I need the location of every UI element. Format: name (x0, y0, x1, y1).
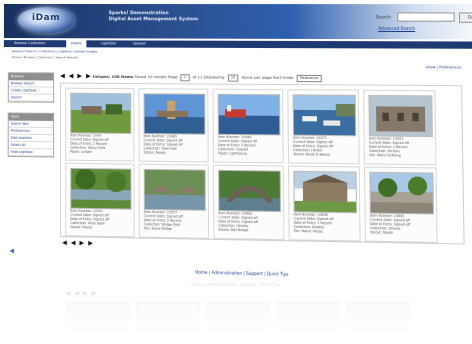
tab-lightbox[interactable]: Lightbox (97, 40, 121, 47)
card-caption: Item Number: 10464 Current Date: Signed … (218, 135, 281, 156)
site-header: iDam Sparks! Demonstration Digital Asset… (4, 4, 472, 39)
system-name-line2: Digital Asset Management System (109, 17, 284, 23)
reflection-fade (0, 276, 472, 344)
caption-line: Status: Ready (370, 230, 434, 235)
result-card[interactable]: Item Number: 10603 Current Date: Signed … (213, 165, 285, 241)
card-caption: Item Number: 10650 Current Date: Signed … (370, 213, 434, 235)
go-button[interactable]: Go (459, 12, 472, 22)
thumbnail-image[interactable] (70, 168, 131, 210)
system-name: Sparks! Demonstration Digital Asset Mana… (109, 11, 284, 23)
display-label: Displaying (204, 74, 225, 79)
results-toolbar: ◀ ◀ ▶ ▶ Images: 108 Items Found 10 resul… (60, 72, 472, 83)
thumbnail-image[interactable] (144, 169, 206, 211)
thumbnail-image[interactable] (70, 93, 131, 134)
caption-line: Status: Boats & Waves (293, 152, 356, 157)
browse-panel: Browse Browse Search Create Lightbox Sea… (8, 72, 54, 103)
caption-line: Status: Rail Bridge (218, 228, 281, 233)
pager-arrows-icon[interactable]: ◀ ◀ ▶ ▶ (60, 72, 92, 79)
thumbnail-image[interactable] (368, 95, 432, 137)
thumbnail-image[interactable] (218, 170, 281, 212)
result-card[interactable]: Item Number: 10608 Current Date: Signed … (288, 166, 361, 242)
back-arrow-icon[interactable]: ◀ (9, 247, 14, 254)
tab-home[interactable]: Home (66, 40, 86, 47)
page-select[interactable]: 1 (181, 74, 189, 81)
view-links[interactable]: Show | Preferences (425, 65, 461, 69)
search-input[interactable] (397, 12, 455, 21)
search-label: Search: (376, 14, 392, 19)
app-screenshot: iDam Sparks! Demonstration Digital Asset… (0, 0, 472, 283)
tab-browse-collection[interactable]: Browse Collection (8, 40, 52, 47)
result-card[interactable]: Item Number: 10483 Current Date: Signed … (138, 88, 208, 162)
screenshot-reflection: Home | Administration | Support | Quick … (0, 276, 472, 344)
result-card[interactable]: Item Number: 10501 Current Date: Signed … (363, 90, 436, 166)
logo-text: iDam (18, 13, 74, 23)
card-caption: Item Number: 1049 Current Date: Signed o… (70, 133, 131, 154)
card-caption: Item Number: 10557 Current Date: Signed … (144, 210, 206, 232)
sort-label: Sort Order (273, 75, 294, 80)
card-caption: Item Number: 10483 Current Date: Signed … (144, 134, 206, 155)
card-caption: Item Number: 10608 Current Date: Signed … (294, 212, 358, 234)
result-card[interactable]: Item Number: 10650 Current Date: Signed … (364, 166, 438, 242)
result-count: Images: 108 Items (93, 74, 133, 79)
caption-line: Paper: Lighthouse (218, 151, 281, 156)
sort-select[interactable]: Relevance (297, 74, 322, 81)
breadcrumb[interactable]: Home | Browse | Collection | Search Resu… (12, 55, 216, 60)
caption-line: File: Stone Building (369, 153, 433, 158)
result-card[interactable]: Item Number: 10557 Current Date: Signed … (139, 164, 210, 239)
result-card[interactable]: Item Number: 10464 Current Date: Signed … (212, 89, 283, 164)
result-card[interactable]: Item Number: 10471 Current Date: Signed … (287, 89, 359, 164)
per-page-select[interactable]: 10 (228, 74, 239, 81)
caption-line: File: Stone Bridge (144, 226, 206, 231)
caption-line: Status: Ready (70, 225, 131, 230)
thumbnail-image[interactable] (369, 172, 434, 215)
site-logo[interactable]: iDam (18, 7, 74, 33)
sidebar-item-hide-lightbox[interactable]: Hide Lightbox (9, 149, 53, 157)
caption-line: Status: Ready (144, 150, 206, 155)
thumbnail-image[interactable] (218, 94, 281, 136)
tab-bar: Browse Collection Home Lightbox Upload (4, 40, 472, 49)
advanced-search-link[interactable]: Advanced Search (378, 26, 415, 31)
per-page-text: Items per page (242, 75, 272, 80)
page-of-text: of 11 (193, 74, 203, 79)
result-card[interactable]: Item Number: 10551 Current Date: Signed … (65, 163, 135, 238)
card-caption: Item Number: 10603 Current Date: Signed … (218, 211, 281, 233)
found-text: Found 10 results (134, 74, 166, 79)
bottom-pager-arrows-icon[interactable]: ◀ ◀ ▶ ▶ (62, 239, 94, 247)
tools-panel: Tools Search Box Preferences Add selecte… (8, 112, 54, 157)
tab-upload[interactable]: Upload (129, 40, 149, 47)
sidebar-item-search[interactable]: Search (9, 94, 53, 101)
result-card[interactable]: Item Number: 1049 Current Date: Signed o… (65, 88, 134, 162)
thumbnail-image[interactable] (293, 94, 357, 136)
results-grid: Item Number: 1049 Current Date: Signed o… (60, 83, 465, 245)
sub-navigation[interactable]: Keyword Search | Collections | Lightbox … (12, 49, 174, 54)
caption-line: File: Manor House (294, 229, 358, 234)
thumbnail-image[interactable] (293, 171, 357, 214)
card-caption: Item Number: 10471 Current Date: Signed … (293, 136, 356, 157)
caption-line: Paper: Ledger (70, 150, 131, 155)
thumbnail-image[interactable] (144, 93, 206, 134)
card-caption: Item Number: 10501 Current Date: Signed … (369, 136, 433, 158)
page-label: Page (168, 74, 177, 79)
card-caption: Item Number: 10551 Current Date: Signed … (70, 209, 131, 231)
